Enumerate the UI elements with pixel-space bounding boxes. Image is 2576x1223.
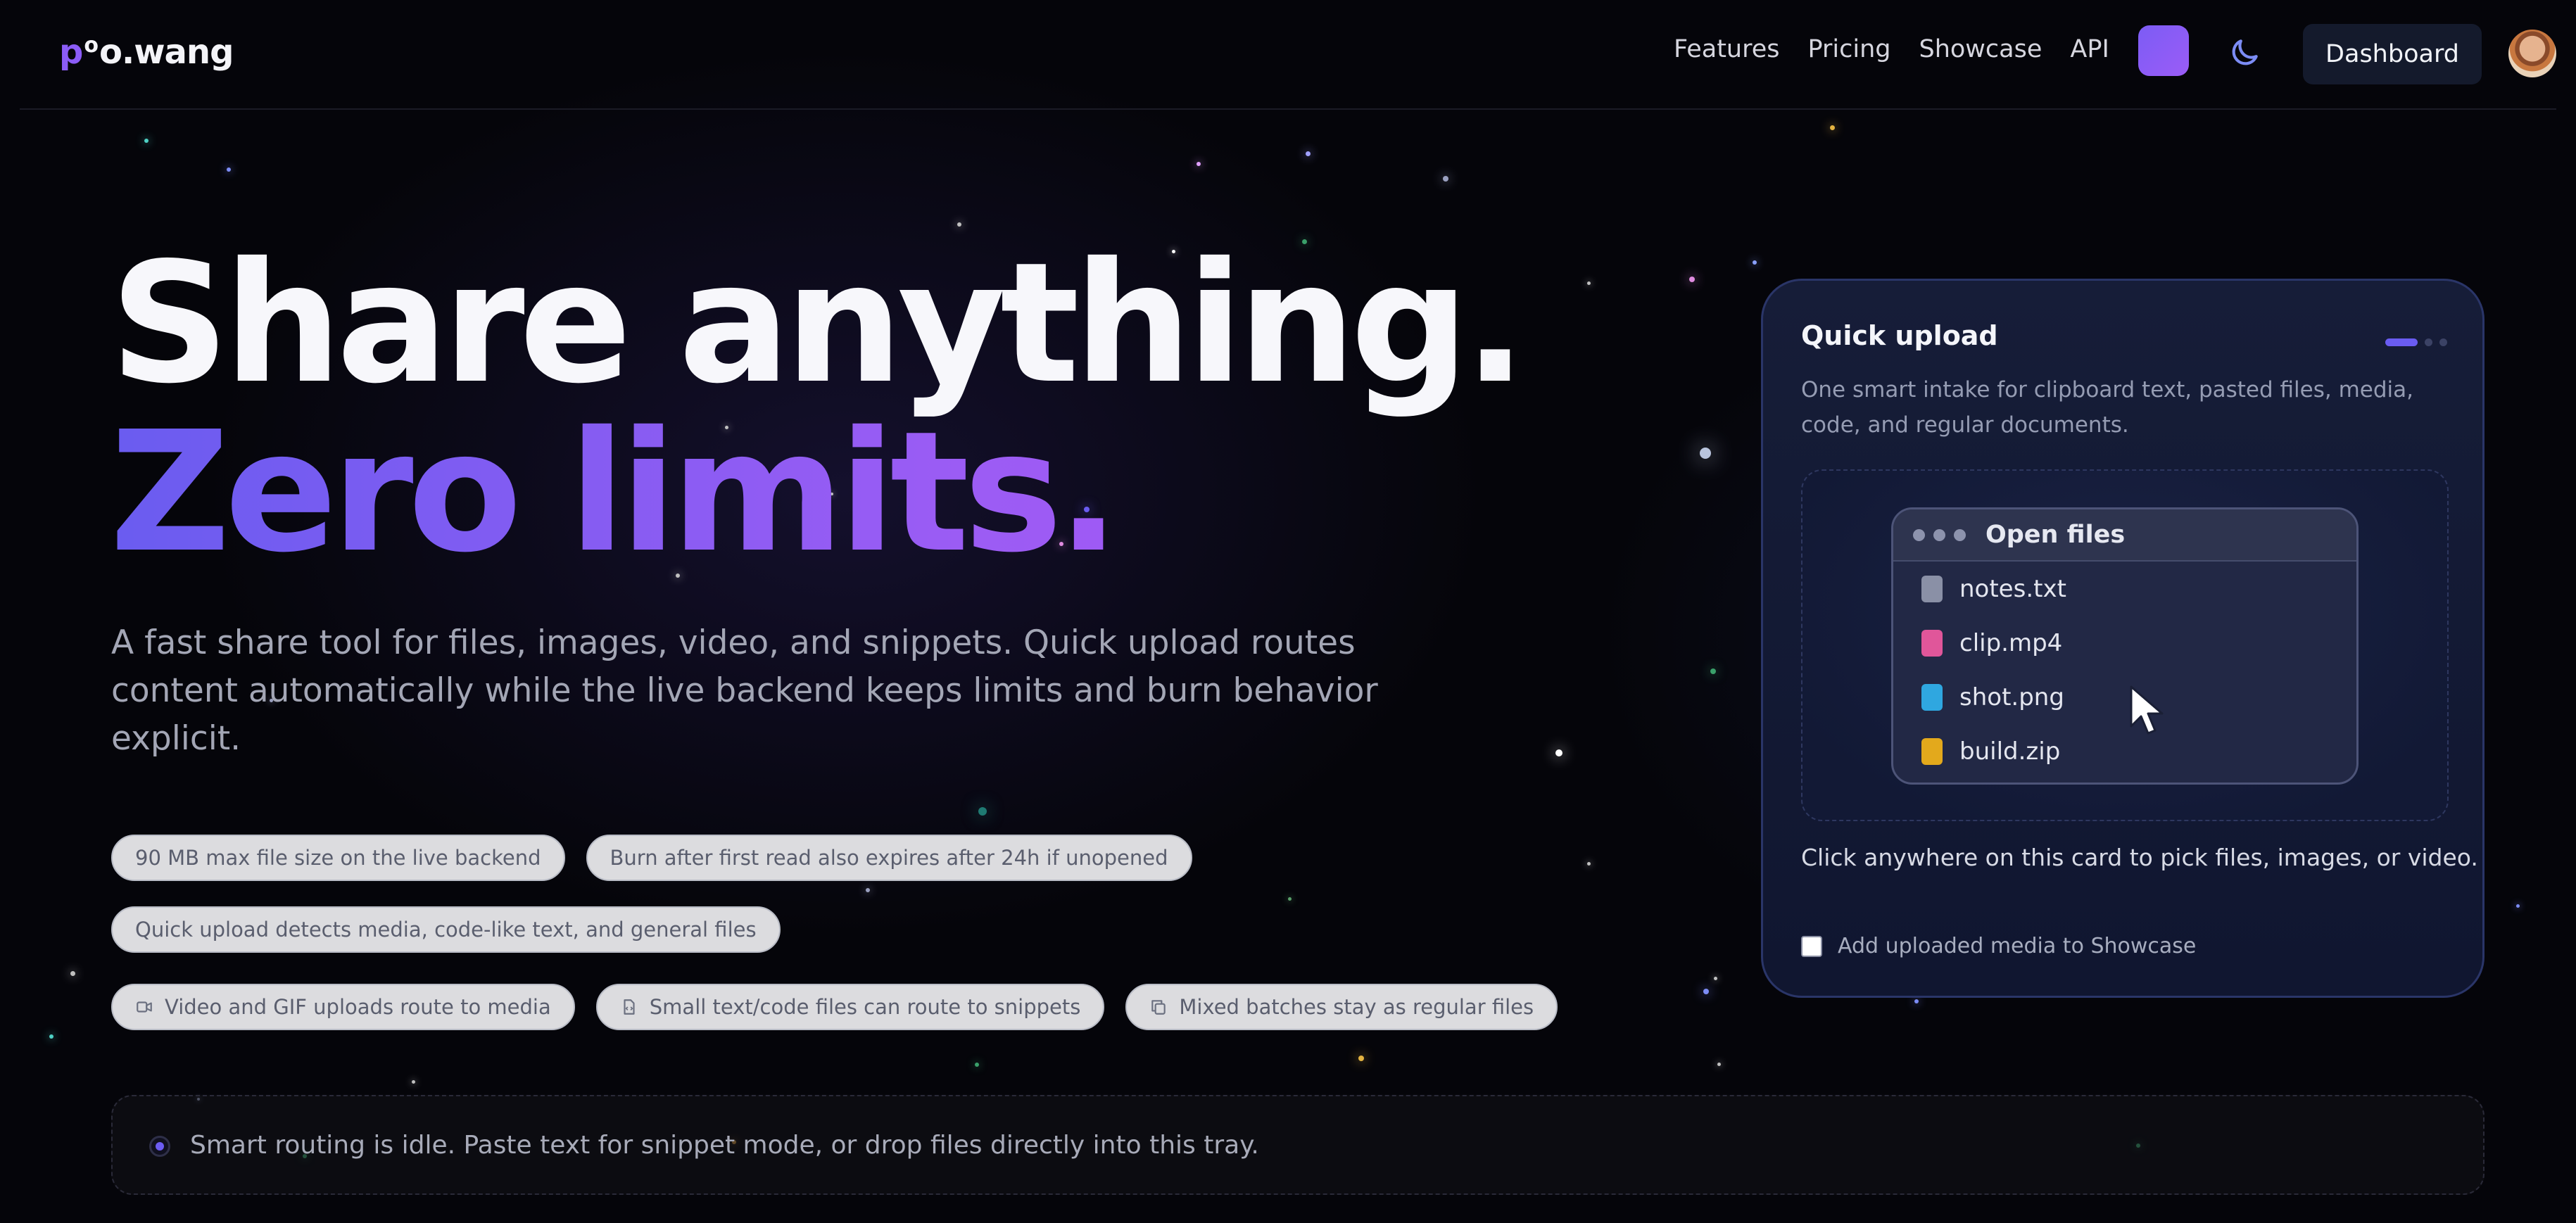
star-dot [1587,862,1591,866]
star-dot [1689,277,1695,282]
star-dot [978,807,987,816]
quick-upload-card[interactable]: Quick upload One smart intake for clipbo… [1761,279,2485,998]
file-name: build.zip [1959,737,2061,766]
star-dot [144,139,149,143]
pill-row-2: Quick upload detects media, code-like te… [111,906,781,953]
window-dot-icon [1954,528,1966,541]
hero-title-line2: Zero limits. [110,408,1521,577]
carousel-dots [2385,338,2447,346]
hero-title: Share anything. Zero limits. [110,239,1527,577]
star-dot [1714,977,1717,980]
file-item-build: build.zip [1893,724,2356,778]
showcase-label: Add uploaded media to Showcase [1838,934,2197,958]
pill-max-size: 90 MB max file size on the live backend [111,835,565,881]
file-name: clip.mp4 [1959,628,2063,657]
star-dot [1443,176,1448,182]
star-dot [1703,989,1709,994]
star-dot [70,971,75,976]
carousel-dot[interactable] [2425,338,2432,346]
card-description: One smart intake for clipboard text, pas… [1801,377,2414,438]
star-dot [412,1080,415,1084]
dashboard-button[interactable]: Dashboard [2303,24,2482,84]
pill-mixed-batches: Mixed batches stay as regular files [1125,984,1558,1030]
nav-api[interactable]: API [2070,35,2109,63]
star-dot [1587,281,1591,285]
nav-showcase[interactable]: Showcase [1919,35,2042,63]
showcase-option[interactable]: Add uploaded media to Showcase [1801,934,2196,958]
pill-snippet-route: Small text/code files can route to snipp… [595,984,1105,1030]
hero-title-line1: Share anything. [110,227,1527,420]
file-icon [1921,575,1943,602]
pill-row-3: Video and GIF uploads route to media Sma… [111,984,1558,1030]
star-dot [1197,162,1201,166]
main-nav: Features Pricing Showcase API [1674,35,2109,63]
pill-label: Small text/code files can route to snipp… [649,995,1081,1019]
hero-lead: A fast share tool for files, images, vid… [111,623,1378,758]
open-files-window: Open files notes.txt clip.mp4 shot.png b… [1891,507,2359,785]
mouse-cursor-icon [2130,685,2164,735]
pill-burn-after-read: Burn after first read also expires after… [586,835,1192,881]
pill-quick-upload-detect: Quick upload detects media, code-like te… [111,906,781,953]
star-dot [1358,1056,1364,1061]
star-dot [1710,668,1716,674]
star-dot [1700,448,1711,459]
theme-toggle-button[interactable] [2227,35,2262,70]
star-dot [227,167,231,172]
video-icon [137,1001,152,1013]
status-indicator-icon [149,1136,170,1157]
star-dot [1555,749,1562,756]
file-icon [1921,683,1943,711]
pill-row-1: 90 MB max file size on the live backend … [111,835,1192,881]
showcase-checkbox[interactable] [1801,935,1822,957]
window-dot-icon [1933,528,1945,541]
user-avatar[interactable] [2508,30,2556,77]
window-titlebar: Open files [1893,509,2356,562]
file-name: shot.png [1959,683,2064,711]
file-name: notes.txt [1959,574,2066,603]
file-item-shot: shot.png [1893,670,2356,724]
nav-features[interactable]: Features [1674,35,1780,63]
card-title: Quick upload [1801,320,1998,351]
star-dot [49,1034,53,1039]
nav-pricing[interactable]: Pricing [1808,35,1891,63]
logo-small-o: o [84,33,99,58]
file-icon [1921,737,1943,765]
star-dot [2516,904,2520,908]
star-dot [1288,897,1292,901]
carousel-dot[interactable] [2439,338,2447,346]
logo-p: p [59,32,83,72]
copy-icon [1151,1000,1166,1015]
file-item-clip: clip.mp4 [1893,616,2356,670]
file-item-notes: notes.txt [1893,562,2356,616]
carousel-dot-active[interactable] [2385,338,2418,346]
star-dot [1830,125,1835,130]
accent-color-button[interactable] [2138,25,2189,76]
star-dot [1753,260,1757,265]
file-code-icon [624,999,635,1015]
file-icon [1921,629,1943,657]
star-dot [1717,1063,1721,1066]
status-text: Smart routing is idle. Paste text for sn… [190,1130,1259,1160]
drop-tray-status[interactable]: Smart routing is idle. Paste text for sn… [111,1095,2485,1195]
pill-label: Mixed batches stay as regular files [1179,995,1534,1019]
brand-logo[interactable]: p o o.wang [59,32,234,77]
pill-video-route: Video and GIF uploads route to media [111,984,575,1030]
star-dot [1306,151,1311,156]
star-dot [975,1063,979,1067]
window-dot-icon [1913,528,1925,541]
file-drop-zone[interactable]: Open files notes.txt clip.mp4 shot.png b… [1801,469,2449,821]
window-title: Open files [1985,521,2126,549]
card-hint: Click anywhere on this card to pick file… [1801,844,2478,871]
moon-icon [2232,39,2258,65]
star-dot [866,888,870,892]
site-header: p o o.wang Features Pricing Showcase API… [20,0,2556,110]
pill-label: Video and GIF uploads route to media [165,995,551,1019]
logo-text: o.wang [99,32,234,72]
star-dot [1914,999,1919,1003]
